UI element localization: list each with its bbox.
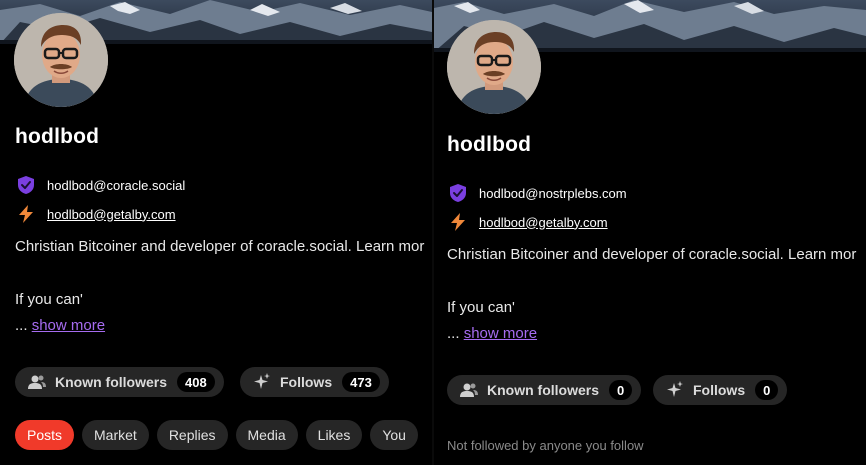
follows-count: 473	[342, 372, 380, 392]
profile-about-continued: If you can'	[15, 291, 83, 308]
empty-followers-message: Not followed by anyone you follow	[447, 438, 644, 453]
tab-replies[interactable]: Replies	[156, 420, 228, 450]
shield-check-icon	[448, 183, 468, 203]
known-followers-label: Known followers	[487, 382, 599, 398]
profile-about: Christian Bitcoiner and developer of cor…	[15, 238, 425, 255]
users-icon	[459, 380, 479, 400]
profile-name: hodlbod	[447, 133, 532, 156]
follows-count: 0	[755, 380, 779, 400]
lud16-address[interactable]: hodlbod@getalby.com	[479, 215, 608, 230]
known-followers-label: Known followers	[55, 374, 167, 390]
tab-media[interactable]: Media	[235, 420, 298, 450]
tab-market[interactable]: Market	[82, 420, 149, 450]
nip05-row: hodlbod@nostrplebs.com	[448, 183, 627, 203]
lightning-icon	[448, 212, 468, 232]
ellipsis: ...	[15, 317, 28, 334]
show-more-row: ... show more	[15, 317, 105, 334]
lud16-row[interactable]: hodlbod@getalby.com	[448, 212, 608, 232]
nip05-row: hodlbod@coracle.social	[16, 175, 185, 195]
follows-button[interactable]: Follows 473	[240, 367, 389, 397]
sparkles-icon	[665, 380, 685, 400]
known-followers-button[interactable]: Known followers 408	[15, 367, 224, 397]
lightning-icon	[16, 204, 36, 224]
known-followers-button[interactable]: Known followers 0	[447, 375, 642, 405]
profile-name: hodlbod	[15, 125, 100, 148]
lud16-row[interactable]: hodlbod@getalby.com	[16, 204, 176, 224]
shield-check-icon	[16, 175, 36, 195]
tab-posts[interactable]: Posts	[15, 420, 75, 450]
nip05-address: hodlbod@nostrplebs.com	[479, 185, 627, 201]
tab-likes[interactable]: Likes	[305, 420, 363, 450]
profile-about-continued: If you can'	[447, 299, 515, 316]
follows-button[interactable]: Follows 0	[653, 375, 788, 405]
profile-tabs: Posts Market Replies Media Likes You	[15, 420, 418, 450]
known-followers-count: 0	[609, 380, 633, 400]
sparkles-icon	[252, 372, 272, 392]
tab-you[interactable]: You	[370, 420, 418, 450]
lud16-address[interactable]: hodlbod@getalby.com	[47, 207, 176, 222]
show-more-link[interactable]: show more	[464, 325, 537, 342]
profile-avatar[interactable]	[14, 13, 108, 107]
ellipsis: ...	[447, 325, 460, 342]
follows-label: Follows	[280, 374, 333, 390]
profile-avatar[interactable]	[447, 20, 541, 114]
known-followers-count: 408	[177, 372, 215, 392]
users-icon	[27, 372, 47, 392]
show-more-link[interactable]: show more	[32, 317, 105, 334]
follows-label: Follows	[693, 382, 746, 398]
show-more-row: ... show more	[447, 325, 537, 342]
profile-panel-right: hodlbod hodlbod@nostrplebs.com hodlbod@g…	[434, 0, 866, 465]
nip05-address: hodlbod@coracle.social	[47, 177, 186, 193]
profile-about: Christian Bitcoiner and developer of cor…	[447, 246, 857, 263]
profile-panel-left: hodlbod hodlbod@coracle.social hodlbod@g…	[0, 0, 432, 465]
